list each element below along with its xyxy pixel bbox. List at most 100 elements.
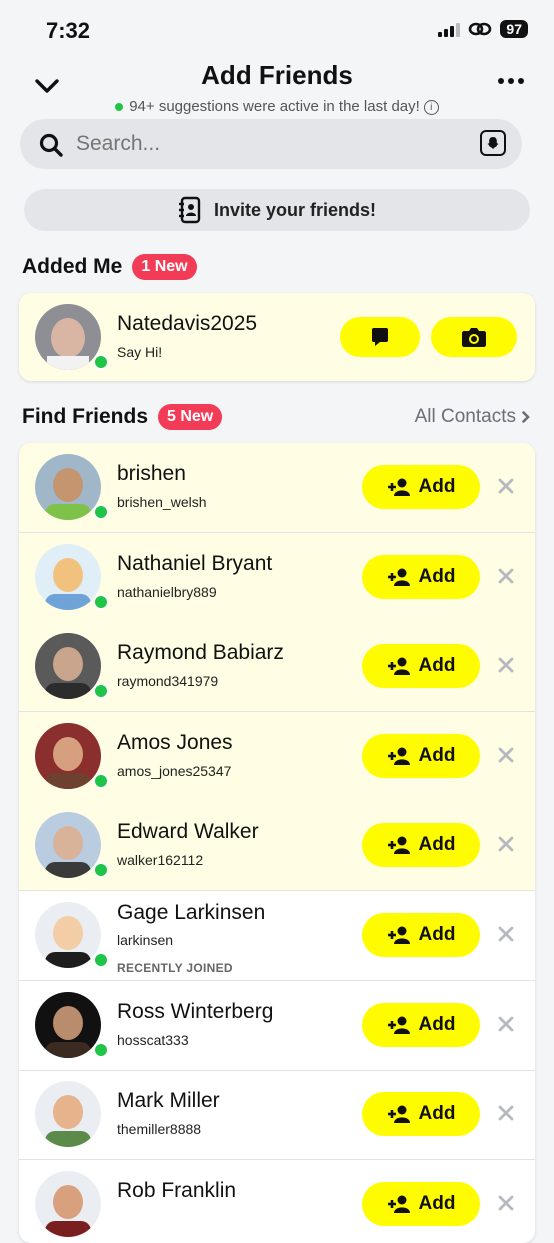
search-input[interactable] (76, 119, 456, 169)
close-icon[interactable] (497, 656, 515, 674)
friend-name: Rob Franklin (117, 1178, 237, 1202)
info-icon[interactable]: i (423, 99, 439, 115)
add-label: Add (418, 1013, 456, 1035)
list-item[interactable]: Mark Miller themiller8888 Add (19, 1070, 535, 1161)
find-friends-title: Find Friends (22, 405, 148, 428)
avatar-photo (35, 454, 101, 520)
new-count-badge: 1 New (132, 254, 197, 280)
status-bar: 7:32 97 (0, 0, 554, 60)
invite-friends-button[interactable]: Invite your friends! (24, 189, 530, 231)
list-item[interactable]: Nathaniel Bryant nathanielbry889 Add (19, 532, 535, 623)
recently-joined-tag: RECENTLY JOINED (117, 961, 233, 975)
list-item[interactable]: Natedavis2025 Say Hi! (19, 293, 535, 381)
snapcode-scan-button[interactable] (480, 130, 506, 156)
list-item[interactable]: Gage Larkinsen larkinsen RECENTLY JOINED Ad… (19, 891, 535, 981)
avatar[interactable] (35, 454, 109, 520)
add-person-icon (387, 836, 410, 855)
add-friend-button[interactable]: Add (362, 465, 480, 509)
add-friend-button[interactable]: Add (362, 1002, 480, 1047)
online-indicator (93, 862, 109, 879)
add-person-icon (387, 1195, 410, 1213)
camera-icon (462, 328, 486, 347)
add-friend-button[interactable]: Add (362, 733, 480, 778)
friend-username: themiller8888 (117, 1121, 202, 1138)
avatar-photo (35, 304, 101, 370)
all-contacts-label: All Contacts (414, 406, 516, 427)
avatar[interactable] (35, 991, 109, 1058)
friend-subtext: Say Hi! (117, 344, 163, 360)
online-indicator (93, 1041, 109, 1058)
find-friends-header: Find Friends 5 New (22, 404, 223, 430)
avatar[interactable] (35, 304, 109, 370)
close-icon[interactable] (497, 1104, 515, 1122)
more-options-button[interactable] (498, 78, 524, 84)
avatar[interactable] (35, 1170, 101, 1237)
avatar[interactable] (35, 812, 109, 879)
online-indicator (93, 504, 109, 520)
add-label: Add (418, 1103, 456, 1125)
list-item[interactable]: Raymond Babiarz raymond341979 Add (19, 622, 535, 713)
close-icon[interactable] (497, 746, 515, 764)
list-item[interactable]: Ross Winterberg hosscat333 Add (19, 981, 535, 1071)
link-icon (469, 22, 492, 36)
find-friends-list: brishen brishen_welsh Add Nathaniel Bryant n… (19, 443, 535, 1243)
online-indicator (93, 772, 109, 789)
avatar-photo (35, 543, 101, 610)
online-indicator (93, 952, 109, 968)
invite-friends-label: Invite your friends! (213, 199, 377, 220)
added-me-card: Natedavis2025 Say Hi! (19, 293, 535, 381)
ghost-icon (487, 137, 499, 149)
all-contacts-link[interactable]: All Contacts (415, 406, 530, 428)
chat-button[interactable] (340, 317, 420, 357)
close-icon[interactable] (497, 567, 515, 585)
friend-username: walker162112 (117, 852, 204, 869)
added-me-title: Added Me (22, 255, 123, 278)
close-icon[interactable] (497, 477, 515, 495)
add-friend-button[interactable]: Add (362, 823, 480, 868)
avatar-photo (35, 1081, 101, 1148)
close-icon[interactable] (497, 835, 515, 853)
add-friend-button[interactable]: Add (362, 554, 480, 599)
close-icon[interactable] (497, 1194, 515, 1212)
list-item[interactable]: Edward Walker walker162112 Add (19, 801, 535, 892)
close-icon[interactable] (497, 925, 515, 943)
add-label: Add (418, 834, 456, 856)
avatar[interactable] (35, 722, 109, 789)
friend-name: Natedavis2025 (117, 312, 258, 335)
signal-icon (438, 21, 461, 37)
add-person-icon (387, 926, 410, 944)
list-item[interactable]: Rob Franklin Add (19, 1160, 535, 1243)
add-person-icon (387, 657, 410, 676)
avatar[interactable] (35, 902, 109, 968)
add-label: Add (418, 565, 456, 587)
avatar[interactable] (35, 1081, 101, 1148)
avatar[interactable] (35, 633, 109, 700)
add-person-icon (387, 1016, 410, 1034)
battery-indicator: 97 (500, 20, 528, 38)
new-count-badge: 5 New (158, 404, 223, 430)
avatar-photo (35, 812, 101, 879)
header: Add Friends 94+ suggestions were active … (0, 56, 554, 120)
add-friend-button[interactable]: Add (362, 1181, 480, 1226)
add-person-icon (387, 747, 410, 765)
list-item[interactable]: Amos Jones amos_jones25347 Add (19, 711, 535, 802)
avatar[interactable] (35, 543, 109, 610)
friend-username: larkinsen (117, 932, 174, 948)
search-icon (39, 133, 63, 157)
online-indicator (93, 354, 109, 370)
friend-name: brishen (117, 462, 186, 485)
close-icon[interactable] (497, 1015, 515, 1033)
search-bar (20, 119, 522, 169)
list-item[interactable]: brishen brishen_welsh Add (19, 443, 535, 533)
add-person-icon (387, 1105, 410, 1124)
add-friend-button[interactable]: Add (362, 1092, 480, 1137)
avatar-photo (35, 902, 101, 968)
online-indicator (93, 593, 109, 610)
add-label: Add (418, 476, 456, 497)
add-friend-button[interactable]: Add (362, 644, 480, 689)
status-icons: 97 (438, 20, 528, 38)
friend-name: Gage Larkinsen (117, 901, 266, 924)
friend-username: raymond341979 (117, 673, 219, 690)
add-friend-button[interactable]: Add (362, 913, 480, 957)
snap-camera-button[interactable] (431, 317, 517, 357)
